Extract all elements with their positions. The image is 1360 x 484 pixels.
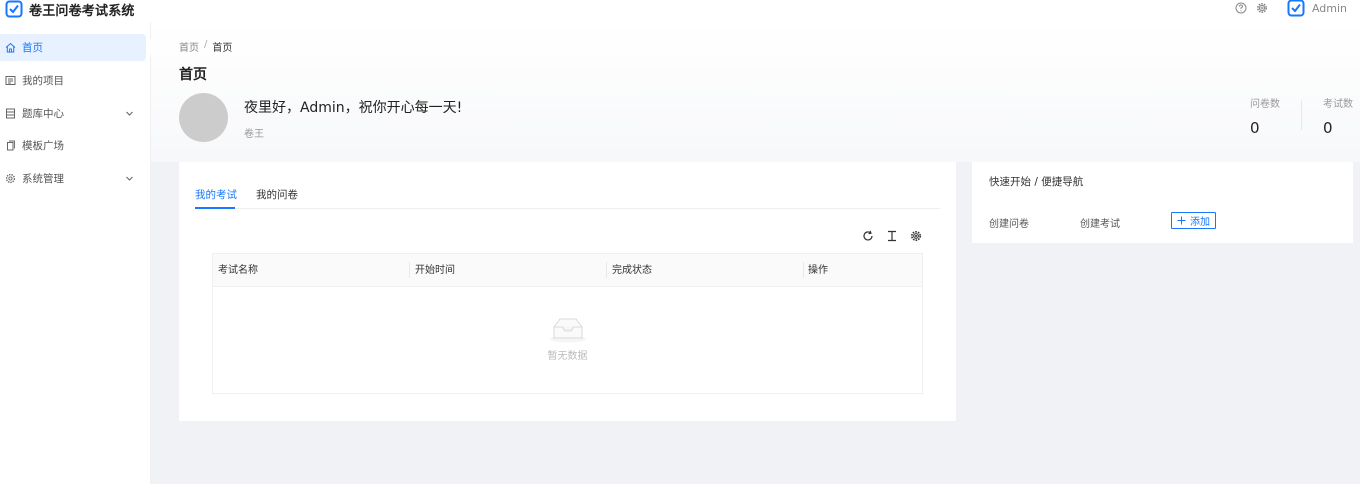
- sidebar-item-my-projects[interactable]: 我的项目: [0, 67, 146, 94]
- stat-exam-count: 考试数 0: [1323, 95, 1353, 137]
- breadcrumb: 首页 / 首页: [179, 39, 232, 54]
- breadcrumb-item[interactable]: 首页: [179, 39, 199, 54]
- stat-label: 考试数: [1323, 99, 1353, 110]
- sidebar-item-template-square[interactable]: 模板广场: [0, 132, 146, 159]
- main-content: 首页 / 首页 首页 夜里好，Admin，祝你开心每一天! 卷王 问卷数 0 考…: [151, 22, 1360, 484]
- plus-icon: [1177, 216, 1186, 225]
- column-header-actions: 操作: [808, 265, 828, 276]
- column-height-icon[interactable]: [886, 230, 898, 242]
- add-button-label: 添加: [1190, 217, 1210, 228]
- my-items-card: 我的考试 我的问卷 考试名称 开始时间 完成状态 操作 暂无数据: [179, 162, 956, 421]
- sidebar-item-label: 系统管理: [22, 173, 64, 185]
- header-actions: Admin: [1235, 0, 1347, 19]
- sidebar-item-label: 我的项目: [22, 75, 64, 87]
- app-title: 卷王问卷考试系统: [29, 3, 135, 19]
- sidebar: 首页 我的项目 题库中心 模板广场 系统管理: [0, 22, 151, 484]
- tab-my-surveys[interactable]: 我的问卷: [256, 187, 298, 202]
- home-icon: [5, 42, 16, 53]
- stat-divider: [1301, 100, 1302, 130]
- quick-nav-title: 快速开始 / 便捷导航: [989, 176, 1084, 188]
- stat-survey-count: 问卷数 0: [1250, 95, 1280, 137]
- stat-value: 0: [1323, 119, 1333, 137]
- page-title: 首页: [179, 67, 207, 83]
- table-toolbar: [850, 230, 922, 242]
- user-avatar-icon[interactable]: [1287, 0, 1305, 17]
- app-logo[interactable]: 卷王问卷考试系统: [5, 0, 135, 20]
- settings-icon[interactable]: [1256, 2, 1268, 14]
- sidebar-item-label: 题库中心: [22, 108, 64, 120]
- stat-label: 问卷数: [1250, 99, 1280, 110]
- create-survey-link[interactable]: 创建问卷: [989, 215, 1029, 230]
- sidebar-item-label: 模板广场: [22, 140, 64, 152]
- empty-state: 暂无数据: [213, 314, 922, 362]
- sidebar-item-question-bank[interactable]: 题库中心: [0, 100, 146, 127]
- logo-icon: [5, 0, 23, 18]
- project-icon: [5, 76, 16, 85]
- column-header-status: 完成状态: [612, 265, 652, 276]
- tab-active-indicator: [195, 207, 235, 209]
- page-header: 首页 / 首页 首页 夜里好，Admin，祝你开心每一天! 卷王 问卷数 0 考…: [151, 22, 1360, 162]
- create-exam-link[interactable]: 创建考试: [1080, 215, 1120, 230]
- breadcrumb-separator: /: [204, 39, 208, 50]
- breadcrumb-current: 首页: [212, 43, 233, 54]
- tab-my-exams[interactable]: 我的考试: [195, 187, 237, 202]
- column-header-exam-name: 考试名称: [218, 265, 258, 276]
- chevron-down-icon: [126, 111, 133, 116]
- user-name[interactable]: Admin: [1312, 2, 1347, 15]
- chevron-down-icon: [126, 176, 133, 181]
- question-bank-icon: [6, 108, 15, 119]
- add-shortcut-button[interactable]: 添加: [1171, 212, 1216, 229]
- sidebar-item-label: 首页: [22, 42, 43, 54]
- column-header-start-time: 开始时间: [415, 265, 455, 276]
- column-settings-icon[interactable]: [910, 230, 922, 242]
- avatar: [179, 93, 228, 142]
- tabs: 我的考试 我的问卷: [195, 162, 940, 209]
- sidebar-item-system-admin[interactable]: 系统管理: [0, 165, 146, 192]
- gear-icon: [5, 173, 16, 184]
- quick-nav-card: 快速开始 / 便捷导航 创建问卷 创建考试 添加: [972, 162, 1353, 243]
- stat-value: 0: [1250, 119, 1260, 137]
- table-header: 考试名称 开始时间 完成状态 操作: [213, 254, 922, 287]
- refresh-icon[interactable]: [862, 230, 874, 242]
- empty-inbox-icon: [549, 318, 586, 343]
- top-header: 卷王问卷考试系统 Admin: [0, 0, 1360, 22]
- template-icon: [7, 140, 15, 151]
- empty-text: 暂无数据: [547, 351, 588, 362]
- exams-table: 考试名称 开始时间 完成状态 操作 暂无数据: [212, 253, 923, 394]
- user-role-text: 卷王: [244, 129, 264, 140]
- help-icon[interactable]: [1235, 2, 1247, 14]
- sidebar-item-home[interactable]: 首页: [0, 34, 146, 61]
- greeting-text: 夜里好，Admin，祝你开心每一天!: [244, 100, 463, 116]
